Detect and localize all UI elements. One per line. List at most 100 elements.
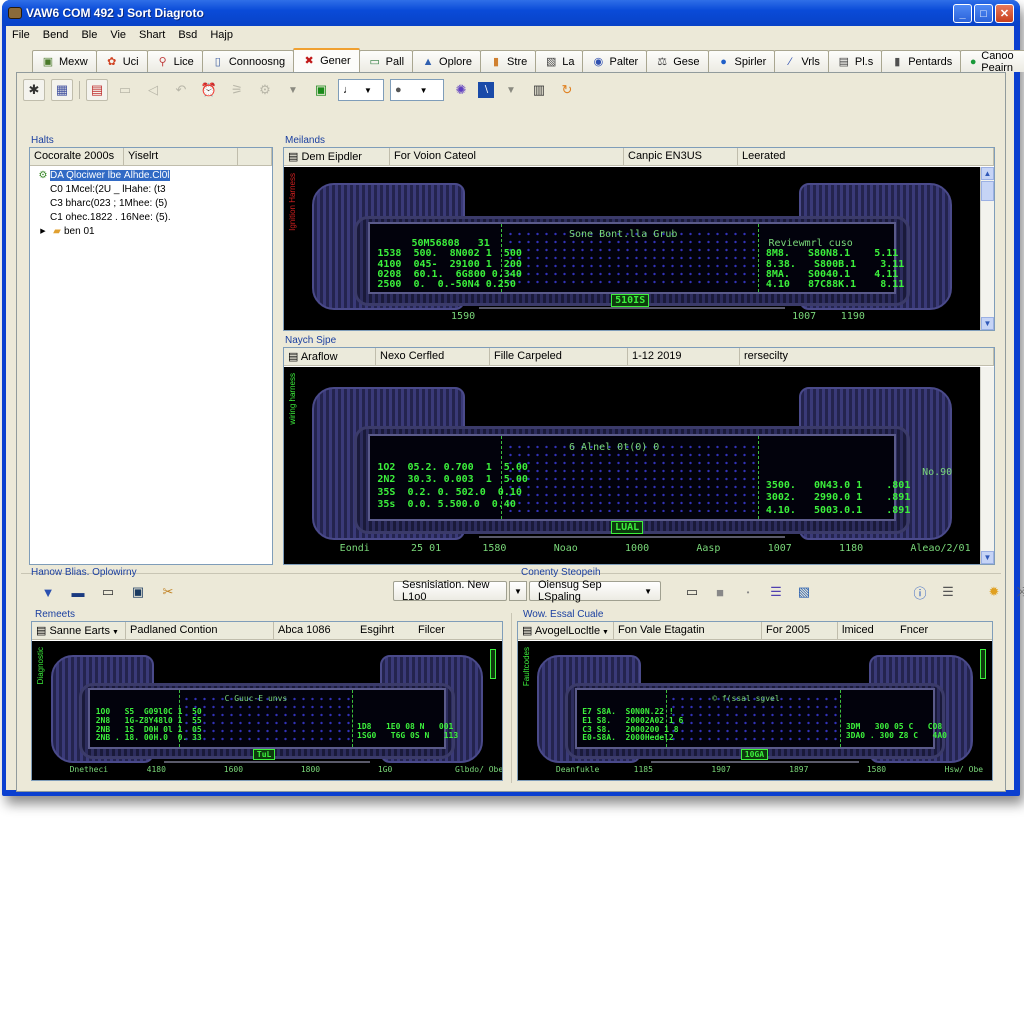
export-icon[interactable]: ▧ (793, 581, 815, 603)
column-header[interactable]: Abca 1086 (274, 622, 356, 639)
dropdown-arrow-icon[interactable]: ▼ (500, 79, 522, 101)
filter-icon[interactable]: ⚞ (226, 79, 248, 101)
menu-view[interactable]: Vie (110, 29, 126, 41)
signal-icon[interactable]: ∖ (478, 82, 494, 98)
expand-arrow-icon[interactable]: ▶ (36, 227, 50, 235)
tab-stre[interactable]: ▮ Stre (480, 50, 537, 72)
list-icon[interactable]: ☰ (937, 581, 959, 603)
column-header[interactable]: Fncer (896, 622, 992, 639)
column-header[interactable]: Fille Carpeled (490, 348, 628, 365)
printer-icon[interactable]: ▤ (86, 79, 108, 101)
menu-help[interactable]: Hajp (210, 29, 233, 41)
maximize-button[interactable]: □ (974, 4, 993, 23)
title-bar[interactable]: VAW6 COM 492 J Sort Diagroto _ □ ✕ (2, 0, 1020, 26)
flag-icon[interactable]: ☰ (765, 581, 787, 603)
lower-combos: Sesnisiation. New L1o0 ▼ Oiensug Sep LSp… (393, 579, 661, 603)
back-icon[interactable]: ◁ (142, 79, 164, 101)
column-header[interactable]: Canpic EN3US (624, 148, 738, 165)
top-group-label: Meilands (285, 135, 326, 146)
tab-pentards[interactable]: ▮ Pentards (881, 50, 962, 72)
tab-pl-s[interactable]: ▤ Pl.s (827, 50, 883, 72)
column-header[interactable]: rersecilty (740, 348, 994, 365)
tab-oplore[interactable]: ▲ Oplore (412, 50, 482, 72)
panel-icon[interactable]: ■ (709, 581, 731, 603)
column-header[interactable]: Fon Vale Etagatin (614, 622, 762, 639)
undo-icon[interactable]: ↶ (170, 79, 192, 101)
gauge-icon[interactable]: ▣ (310, 79, 332, 101)
folder-icon[interactable]: ▭ (114, 79, 136, 101)
tab-gener[interactable]: ✖ Gener (293, 48, 360, 72)
tab-vrls[interactable]: ∕ Vrls (774, 50, 829, 72)
refresh-icon[interactable]: ↻ (556, 79, 578, 101)
minimize-button[interactable]: _ (953, 4, 972, 23)
column-header[interactable]: 1-12 2019 (628, 348, 740, 365)
scissors-icon[interactable]: ✂ (157, 581, 179, 603)
tools-icon[interactable]: ✱ (23, 79, 45, 101)
chevron-down-icon[interactable]: ▼ (509, 581, 527, 601)
window-icon[interactable]: ▭ (681, 581, 703, 603)
tab-mexw[interactable]: ▣ Mexw (32, 50, 97, 72)
column-header[interactable]: Esgihrt (356, 622, 414, 639)
sun-icon[interactable]: ✹ (983, 581, 1005, 603)
settings-icon[interactable]: ⚙ (254, 79, 276, 101)
scroll-down-icon[interactable]: ▼ (981, 551, 994, 564)
session-combo[interactable]: Sesnisiation. New L1o0 (393, 579, 507, 603)
flower-icon: ✿ (107, 55, 117, 68)
tree-item[interactable]: C1 ohec.1822 . 16Nee: (5). (30, 210, 272, 224)
close-button[interactable]: ✕ (995, 4, 1014, 23)
column-header[interactable]: Filcer (414, 622, 502, 639)
menu-ble[interactable]: Ble (81, 29, 97, 41)
tab-spirler[interactable]: ● Spirler (707, 50, 776, 72)
calendar-icon[interactable]: ▬ (67, 581, 89, 603)
spelling-combo[interactable]: Oiensug Sep LSpaling ▼ (529, 579, 661, 603)
vertical-scrollbar[interactable]: ▲ ▼ (980, 167, 994, 330)
tree-item[interactable]: C3 bharc(023 ; 1Mhee: (5) (30, 196, 272, 210)
tab-palter[interactable]: ◉ Palter (582, 50, 648, 72)
column-header[interactable]: For 2005 (762, 622, 838, 639)
vertical-scrollbar[interactable]: ▼ (980, 367, 994, 564)
tab-connoosng[interactable]: ▯ Connoosng (201, 50, 295, 72)
column-header[interactable] (238, 148, 272, 165)
calculator-icon[interactable]: ▦ (51, 79, 73, 101)
report-icon[interactable]: ▥ (528, 79, 550, 101)
column-header[interactable]: ▤ Sanne Earts ▼ (32, 622, 126, 639)
menu-bsd[interactable]: Bsd (178, 29, 197, 41)
tab-lice[interactable]: ⚲ Lice (146, 50, 203, 72)
info-icon[interactable]: ⓘ (909, 581, 931, 603)
tree-item[interactable]: ⚙ DA Qlociwer lbe Alhde.Cl0l (30, 168, 272, 182)
shuffle-icon[interactable]: ⤨ (1011, 581, 1024, 603)
screen-icon[interactable]: ▣ (127, 581, 149, 603)
column-header[interactable]: Nexo Cerfled (376, 348, 490, 365)
device-icon: ▯ (214, 55, 221, 68)
scroll-thumb[interactable] (981, 181, 994, 201)
tree-folder[interactable]: ▶ ▰ ben 01 (30, 224, 272, 238)
column-header[interactable]: For Voion Cateol (390, 148, 624, 165)
tab-gese[interactable]: ⚖ Gese (646, 50, 709, 72)
menu-bend[interactable]: Bend (43, 29, 69, 41)
column-header[interactable]: ▤ AvogelLocltle ▼ (518, 622, 614, 639)
menu-file[interactable]: File (12, 29, 30, 41)
column-header[interactable]: ▤ Dem Eipdler (284, 148, 390, 165)
scroll-up-icon[interactable]: ▲ (981, 167, 994, 180)
tab-canoo-peairn[interactable]: ● Canoo Peairn (960, 50, 1024, 74)
scroll-down-icon[interactable]: ▼ (981, 317, 994, 330)
column-header[interactable]: Cocoralte 2000s (30, 148, 124, 165)
tab-strip: ▣ Mexw ✿ Uci ⚲ Lice ▯ Connoosng ✖ Gener ▭ Pall ▲ Oplo… (32, 48, 1024, 74)
funnel-icon[interactable]: ▼ (37, 581, 59, 603)
color-combo[interactable]: ● ▼ (390, 79, 444, 101)
pen-combo[interactable]: ♩ ▼ (338, 79, 384, 101)
gear-colored-icon[interactable]: ✺ (450, 79, 472, 101)
column-header[interactable]: Leerated (738, 148, 994, 165)
column-header[interactable]: ▤ Araflow (284, 348, 376, 365)
column-header[interactable]: Yiselrt (124, 148, 238, 165)
column-header[interactable]: lmiced (838, 622, 896, 639)
tab-la[interactable]: ▧ La (535, 50, 584, 72)
menu-start[interactable]: Shart (139, 29, 165, 41)
tree-item[interactable]: C0 1Mcel:(2U _ lHahe: (t3 (30, 182, 272, 196)
column-header[interactable]: Padlaned Contion (126, 622, 274, 639)
tab-uci[interactable]: ✿ Uci (95, 50, 148, 72)
dropdown-arrow-icon[interactable]: ▼ (282, 79, 304, 101)
window-icon[interactable]: ▭ (97, 581, 119, 603)
tab-pall[interactable]: ▭ Pall (358, 50, 414, 72)
alarm-icon[interactable]: ⏰ (198, 79, 220, 101)
